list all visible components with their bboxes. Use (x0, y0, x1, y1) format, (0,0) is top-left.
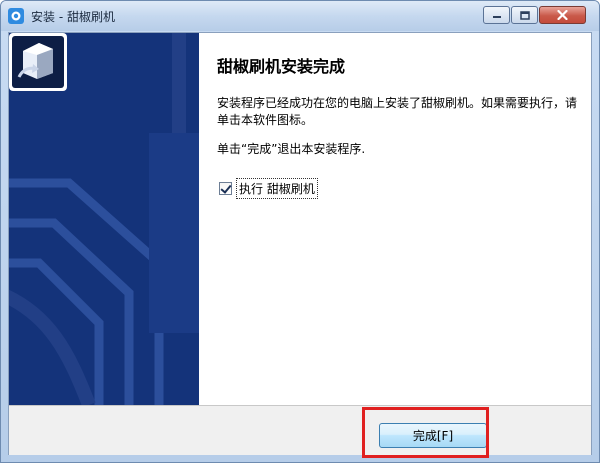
close-button[interactable] (539, 6, 586, 24)
app-icon (8, 8, 24, 24)
maximize-icon (519, 10, 530, 20)
finish-button-highlight (362, 407, 489, 458)
run-app-checkbox[interactable] (219, 182, 232, 195)
wizard-button-bar: 完成[F] (9, 405, 591, 455)
minimize-icon (492, 16, 501, 18)
exit-instruction: 单击“完成”退出本安装程序. (217, 142, 366, 156)
window-title: 安装 - 甜椒刷机 (31, 10, 115, 24)
title-bar[interactable]: 安装 - 甜椒刷机 (1, 1, 599, 31)
close-icon (557, 10, 568, 20)
minimize-button[interactable] (483, 6, 510, 24)
maximize-button[interactable] (511, 6, 538, 24)
page-title: 甜椒刷机安装完成 (217, 57, 346, 76)
install-complete-message: 安装程序已经成功在您的电脑上安装了甜椒刷机。如果需要执行，请单击本软件图标。 (217, 96, 578, 127)
wizard-client-area: 甜椒刷机安装完成 安装程序已经成功在您的电脑上安装了甜椒刷机。如果需要执行，请单… (8, 32, 592, 455)
installer-icon (9, 33, 67, 91)
run-app-checkbox-row[interactable]: 执行 甜椒刷机 (219, 178, 318, 199)
wizard-content: 甜椒刷机安装完成 安装程序已经成功在您的电脑上安装了甜椒刷机。如果需要执行，请单… (199, 33, 591, 405)
wizard-side-panel (9, 33, 199, 405)
installer-window: 安装 - 甜椒刷机 甜椒刷机安装完成 安装程序已经成功在您的电脑上安装了甜椒刷机… (0, 0, 600, 463)
run-app-checkbox-label[interactable]: 执行 甜椒刷机 (236, 178, 318, 199)
